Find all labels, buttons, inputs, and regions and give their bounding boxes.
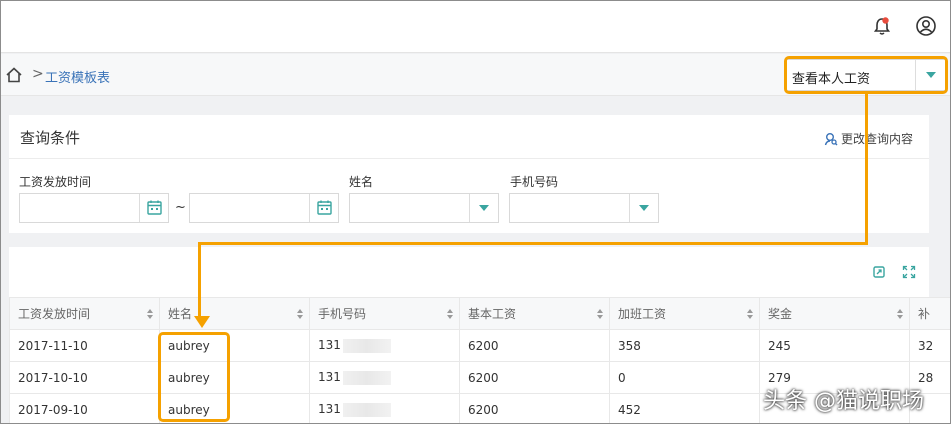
chevron-down-icon[interactable] [469,194,498,222]
table-cell: 131 [309,393,460,423]
redaction [342,370,391,385]
table-cell: 245 [759,329,910,362]
column-header[interactable]: 奖金 [759,297,910,330]
phone-select[interactable] [509,193,659,223]
calendar-icon[interactable] [139,194,168,222]
breadcrumb-separator: > [32,66,44,82]
bell-icon[interactable] [873,16,891,36]
user-search-icon [824,132,838,145]
pay-date-end-input[interactable] [189,193,339,223]
sort-icon[interactable] [747,309,753,319]
divider [9,158,929,159]
export-icon[interactable] [872,265,886,279]
table-cell: 6200 [459,393,610,423]
annotation-connector [198,242,868,245]
pay-date-label: 工资发放时间 [19,175,92,189]
redaction [342,402,391,417]
sort-icon[interactable] [297,309,303,319]
fullscreen-icon[interactable] [902,265,916,279]
table-cell: 131 [309,329,460,362]
table-cell: 2017-09-10 [9,393,160,423]
sort-icon[interactable] [597,309,603,319]
highlight-view-select [784,56,948,94]
redaction [342,338,391,353]
table-cell: 131 [309,361,460,394]
column-header[interactable]: 基本工资 [459,297,610,330]
column-header[interactable]: 手机号码 [309,297,460,330]
pay-date-start-input[interactable] [19,193,169,223]
column-header[interactable]: 姓名 [159,297,310,330]
table-cell: 358 [609,329,760,362]
top-bar [1,1,950,53]
date-range-separator: ~ [175,200,186,215]
table-cell: 2017-11-10 [9,329,160,362]
table-cell: 2017-10-10 [9,361,160,394]
edit-query-label: 更改查询内容 [841,132,914,146]
name-select[interactable] [349,193,499,223]
chevron-down-icon[interactable] [629,194,658,222]
app-window: > 工资模板表 查看本人工资 查询条件 更改查询内容 工资发放时间 姓名 手机号… [0,0,951,424]
sort-icon[interactable] [147,309,153,319]
edit-query-link[interactable]: 更改查询内容 [824,130,913,147]
query-panel-title: 查询条件 [20,129,81,147]
table-cell: 6200 [459,361,610,394]
phone-label: 手机号码 [510,175,559,189]
table-row[interactable]: 2017-11-10 aubrey 131 6200 358 245 32 [9,329,950,362]
table-cell: 32 [909,329,950,362]
home-icon[interactable] [5,66,23,84]
watermark: 头条 @猫说职场 [763,389,924,414]
name-label: 姓名 [349,175,374,189]
annotation-arrow [194,316,210,328]
annotation-connector [865,93,868,245]
breadcrumb-current[interactable]: 工资模板表 [45,67,110,86]
table-cell: 0 [609,361,760,394]
column-header[interactable]: 补 [909,297,950,330]
user-circle-icon[interactable] [915,15,937,37]
sort-icon[interactable] [897,309,903,319]
highlight-name-column [158,332,230,422]
table-cell: 452 [609,393,760,423]
annotation-connector [198,242,201,318]
calendar-icon[interactable] [309,194,338,222]
sort-icon[interactable] [447,309,453,319]
column-header[interactable]: 加班工资 [609,297,760,330]
column-header[interactable]: 工资发放时间 [9,297,160,330]
table-header-row: 工资发放时间 姓名 手机号码 基本工资 加班工资 奖金 补 [9,297,950,330]
table-cell: 6200 [459,329,610,362]
